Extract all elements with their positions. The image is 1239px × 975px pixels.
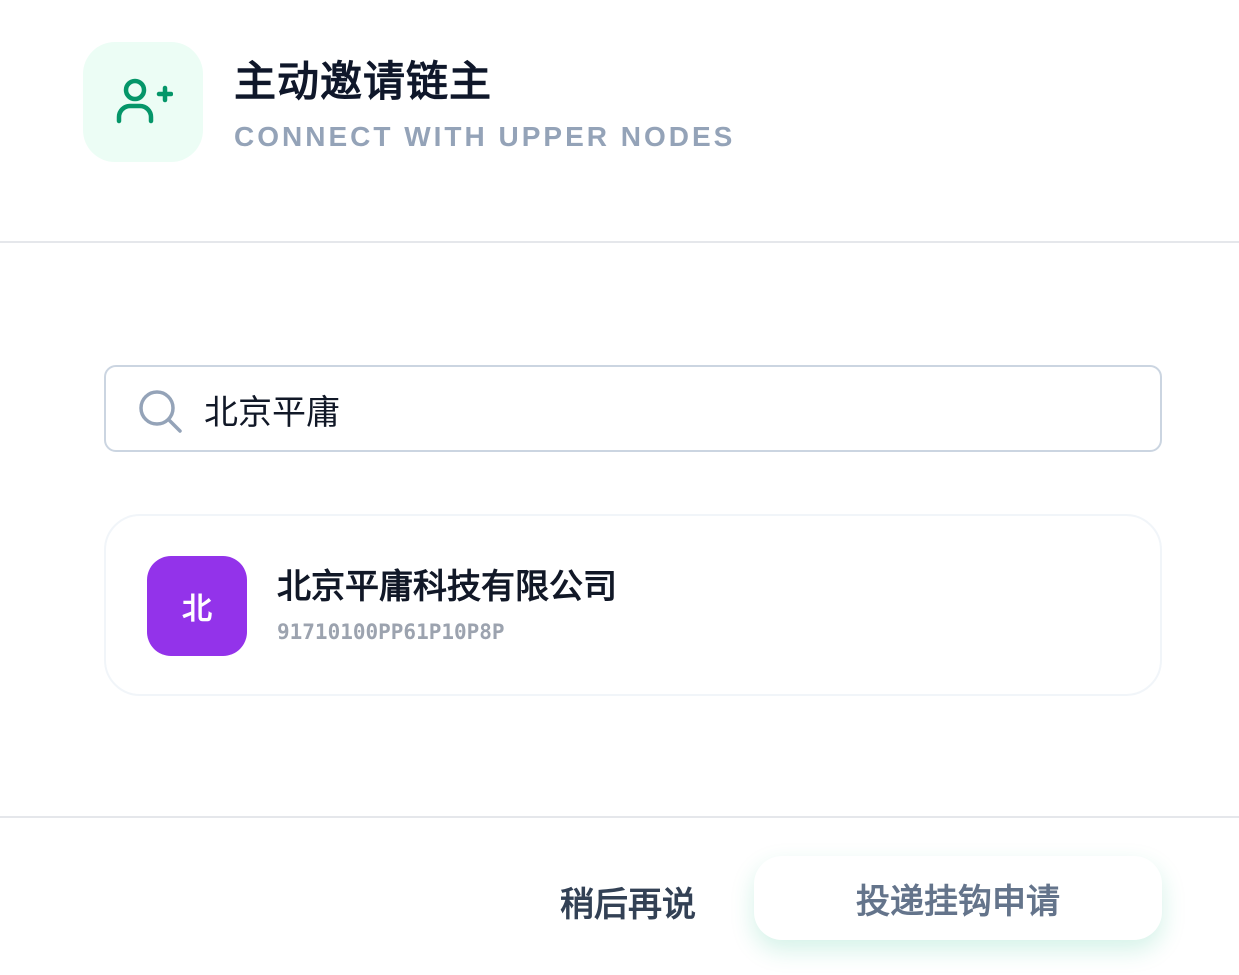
header-icon-box [83, 42, 203, 162]
invite-dialog: 主动邀请链主 CONNECT WITH UPPER NODES 北 北京平庸科技… [0, 0, 1239, 975]
search-box[interactable] [104, 365, 1162, 452]
dialog-subtitle: CONNECT WITH UPPER NODES [234, 121, 736, 152]
search-input[interactable] [204, 381, 1104, 437]
company-credit-code: 91710100PP61P10P8P [277, 620, 505, 644]
user-plus-icon [116, 78, 173, 124]
submit-request-button[interactable]: 投递挂钩申请 [754, 856, 1162, 940]
search-icon [139, 390, 182, 433]
dialog-title: 主动邀请链主 [234, 57, 493, 106]
company-name: 北京平庸科技有限公司 [277, 567, 617, 607]
later-button[interactable]: 稍后再说 [540, 868, 716, 934]
dialog-footer: 稍后再说 投递挂钩申请 [0, 816, 1239, 975]
company-avatar: 北 [147, 556, 247, 656]
dialog-header: 主动邀请链主 CONNECT WITH UPPER NODES [0, 0, 1239, 243]
result-item[interactable]: 北 北京平庸科技有限公司 91710100PP61P10P8P [104, 514, 1162, 696]
